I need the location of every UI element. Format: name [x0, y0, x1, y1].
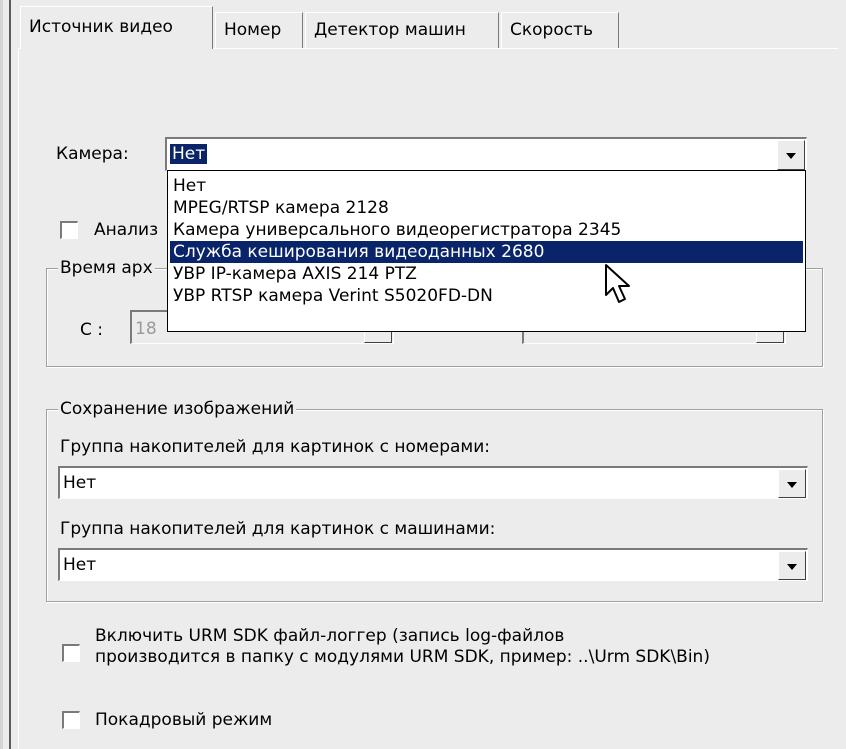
- window-left-edge: [0, 0, 3, 749]
- camera-option-highlighted[interactable]: Служба кеширования видеоданных 2680: [170, 241, 803, 263]
- camera-option[interactable]: MPEG/RTSP камера 2128: [170, 197, 803, 219]
- camera-select-value: Нет: [170, 144, 208, 164]
- chevron-down-icon: [786, 153, 796, 159]
- camera-option[interactable]: Нет: [170, 175, 803, 197]
- tab-video-source[interactable]: Источник видео: [20, 6, 213, 49]
- tab-number[interactable]: Номер: [215, 12, 303, 48]
- mouse-pointer-icon: [605, 264, 630, 303]
- cars-storage-select[interactable]: Нет: [58, 548, 808, 581]
- camera-select[interactable]: Нет: [165, 137, 807, 171]
- cars-storage-value: Нет: [63, 555, 97, 575]
- camera-option[interactable]: УВР RTSP камера Verint S5020FD-DN: [170, 285, 803, 307]
- archive-from-value: 18: [135, 319, 157, 339]
- plates-dropdown-button[interactable]: [778, 469, 806, 498]
- analysis-checkbox-label: Анализ: [94, 220, 159, 240]
- chevron-down-icon: [787, 563, 797, 570]
- chevron-down-icon: [787, 481, 797, 488]
- logger-label-line2: производится в папку с модулями URM SDK,…: [95, 647, 710, 667]
- image-saving-legend: Сохранение изображений: [58, 399, 297, 419]
- analysis-checkbox[interactable]: [60, 221, 78, 239]
- tab-car-detector[interactable]: Детектор машин: [305, 12, 499, 48]
- frame-mode-checkbox[interactable]: [62, 711, 80, 729]
- plates-storage-label: Группа накопителей для картинок с номера…: [60, 437, 490, 457]
- cars-dropdown-button[interactable]: [778, 551, 806, 580]
- camera-dropdown-button[interactable]: [777, 140, 805, 170]
- logger-checkbox[interactable]: [62, 644, 80, 662]
- logger-label-line1: Включить URM SDK файл-логгер (запись log…: [95, 626, 565, 646]
- frame-mode-label: Покадровый режим: [95, 710, 273, 730]
- camera-dropdown-list: Нет MPEG/RTSP камера 2128 Камера универс…: [167, 170, 806, 332]
- cars-storage-label: Группа накопителей для картинок с машина…: [60, 519, 496, 539]
- tab-speed[interactable]: Скорость: [501, 12, 619, 48]
- archive-time-legend: Время арх: [58, 258, 155, 278]
- camera-label: Камера:: [56, 144, 129, 164]
- plates-storage-select[interactable]: Нет: [58, 466, 808, 499]
- archive-from-label: С :: [80, 320, 104, 340]
- camera-option[interactable]: Камера универсального видеорегистратора …: [170, 219, 803, 241]
- window-left-border: [9, 0, 11, 749]
- camera-option[interactable]: УВР IP-камера AXIS 214 PTZ: [170, 263, 803, 285]
- plates-storage-value: Нет: [63, 473, 97, 493]
